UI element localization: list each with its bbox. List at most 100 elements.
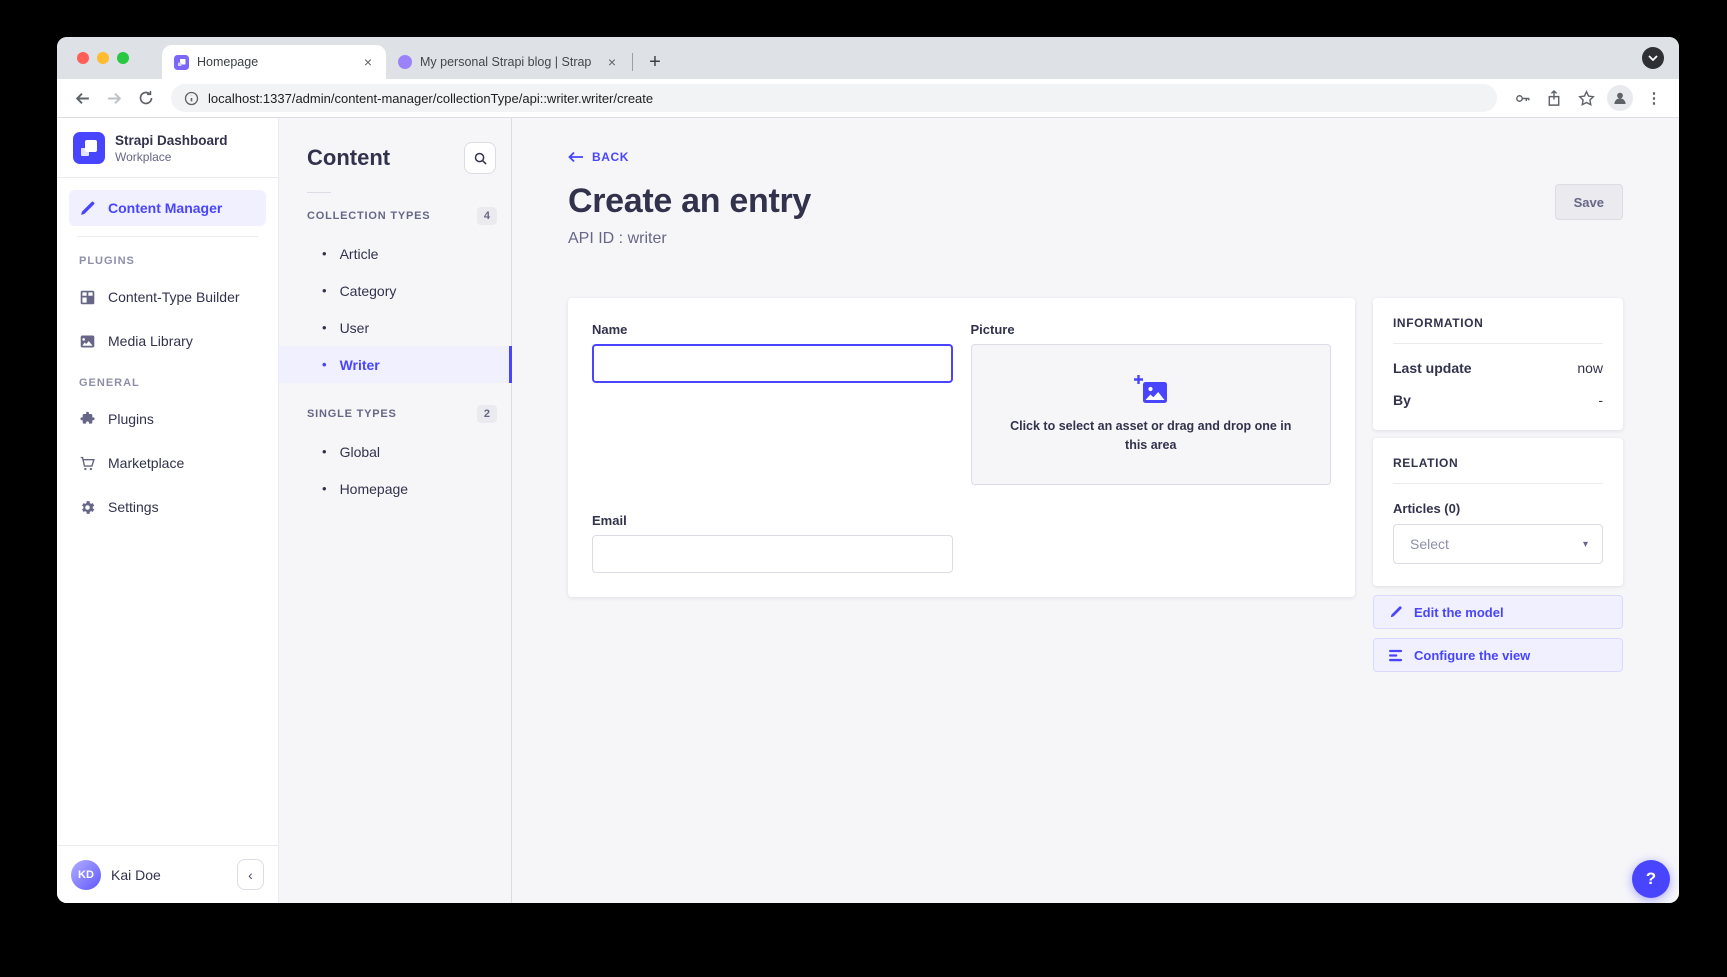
traffic-lights bbox=[77, 52, 129, 64]
subnav-item-label: Writer bbox=[340, 357, 380, 373]
search-icon bbox=[473, 151, 488, 166]
tab-close-icon[interactable]: × bbox=[360, 54, 376, 70]
tab-homepage[interactable]: Homepage × bbox=[162, 45, 386, 79]
picture-label: Picture bbox=[971, 322, 1332, 337]
user-avatar[interactable]: KD bbox=[71, 860, 101, 890]
close-window-button[interactable] bbox=[77, 52, 89, 64]
count-badge: 4 bbox=[477, 207, 497, 225]
sidebar-item-settings[interactable]: Settings bbox=[69, 489, 266, 525]
sidebar-header: Strapi Dashboard Workplace bbox=[57, 118, 278, 178]
workspace-label: Workplace bbox=[115, 150, 228, 164]
sidebar-nav: Content Manager PLUGINS Content-Type Bui… bbox=[57, 178, 278, 533]
tab-title: My personal Strapi blog | Strap bbox=[420, 55, 596, 69]
subnav-item-category[interactable]: • Category bbox=[279, 272, 511, 309]
subnav-item-article[interactable]: • Article bbox=[279, 235, 511, 272]
name-field: Name bbox=[592, 322, 953, 485]
main-content: BACK Create an entry API ID : writer Sav… bbox=[512, 118, 1679, 903]
collapse-sidebar-button[interactable]: ‹ bbox=[237, 859, 264, 890]
reload-icon bbox=[138, 90, 154, 106]
layout-icon bbox=[79, 289, 96, 306]
forward-button[interactable] bbox=[99, 83, 129, 113]
star-icon bbox=[1578, 90, 1595, 107]
info-row-last-update: Last update now bbox=[1393, 360, 1603, 376]
tab-close-icon[interactable]: × bbox=[604, 54, 620, 70]
pen-icon bbox=[79, 200, 96, 217]
app-title: Strapi Dashboard bbox=[115, 133, 228, 148]
chevron-left-icon: ‹ bbox=[248, 867, 253, 883]
subnav-item-label: Article bbox=[340, 246, 379, 262]
tab-strip: Homepage × My personal Strapi blog | Str… bbox=[57, 37, 1679, 79]
sidebar-item-label: Marketplace bbox=[108, 455, 184, 471]
browser-window: Homepage × My personal Strapi blog | Str… bbox=[57, 37, 1679, 903]
browser-menu-button[interactable]: ⋮ bbox=[1639, 83, 1669, 113]
info-value: - bbox=[1598, 392, 1603, 408]
puzzle-icon bbox=[79, 411, 96, 428]
main-sidebar: Strapi Dashboard Workplace Content Manag… bbox=[57, 118, 279, 903]
address-bar[interactable]: localhost:1337/admin/content-manager/col… bbox=[171, 84, 1497, 112]
subnav-divider bbox=[307, 192, 331, 193]
sidebar-item-label: Content Manager bbox=[108, 200, 222, 216]
url-text: localhost:1337/admin/content-manager/col… bbox=[208, 91, 653, 106]
reload-button[interactable] bbox=[131, 83, 161, 113]
name-label: Name bbox=[592, 322, 953, 337]
subnav-item-label: Global bbox=[340, 444, 380, 460]
sidebar-item-content-type-builder[interactable]: Content-Type Builder bbox=[69, 279, 266, 315]
sidebar-item-content-manager[interactable]: Content Manager bbox=[69, 190, 266, 226]
bullet-icon: • bbox=[322, 320, 327, 335]
subnav-item-user[interactable]: • User bbox=[279, 309, 511, 346]
back-button[interactable] bbox=[67, 83, 97, 113]
subnav-item-homepage[interactable]: • Homepage bbox=[279, 470, 511, 507]
help-button[interactable]: ? bbox=[1632, 860, 1670, 898]
cart-icon bbox=[79, 455, 96, 472]
share-button[interactable] bbox=[1539, 83, 1569, 113]
content-subnav: Content COLLECTION TYPES 4 • Article • C… bbox=[279, 118, 512, 903]
section-label-general: GENERAL bbox=[79, 377, 278, 389]
gear-icon bbox=[79, 499, 96, 516]
sidebar-item-plugins[interactable]: Plugins bbox=[69, 401, 266, 437]
tab-strapi-blog[interactable]: My personal Strapi blog | Strap × bbox=[386, 45, 630, 79]
tab-title: Homepage bbox=[197, 55, 352, 69]
info-label: By bbox=[1393, 392, 1411, 408]
name-input[interactable] bbox=[592, 344, 953, 383]
key-icon bbox=[1514, 90, 1531, 107]
subnav-item-writer[interactable]: • Writer bbox=[279, 346, 511, 383]
sidebar-item-label: Media Library bbox=[108, 333, 193, 349]
desktop-background: Homepage × My personal Strapi blog | Str… bbox=[0, 0, 1727, 977]
person-icon bbox=[1612, 90, 1628, 106]
sidebar-item-label: Plugins bbox=[108, 411, 154, 427]
add-image-icon bbox=[1133, 374, 1169, 405]
bookmark-button[interactable] bbox=[1571, 83, 1601, 113]
minimize-window-button[interactable] bbox=[97, 52, 109, 64]
bullet-icon: • bbox=[322, 357, 327, 372]
email-input[interactable] bbox=[592, 535, 953, 573]
articles-select[interactable]: Select ▾ bbox=[1393, 524, 1603, 564]
new-tab-button[interactable]: + bbox=[641, 48, 669, 76]
picture-dropzone[interactable]: Click to select an asset or drag and dro… bbox=[971, 344, 1332, 485]
info-label: Last update bbox=[1393, 360, 1472, 376]
password-manager-button[interactable] bbox=[1507, 83, 1537, 113]
caret-down-icon: ▾ bbox=[1583, 539, 1588, 550]
count-badge: 2 bbox=[477, 405, 497, 423]
zoom-window-button[interactable] bbox=[117, 52, 129, 64]
info-row-by: By - bbox=[1393, 392, 1603, 408]
edit-model-label: Edit the model bbox=[1414, 605, 1504, 620]
edit-model-button[interactable]: Edit the model bbox=[1373, 595, 1623, 629]
user-name: Kai Doe bbox=[111, 867, 227, 883]
search-button[interactable] bbox=[464, 142, 496, 174]
save-button[interactable]: Save bbox=[1555, 184, 1623, 220]
back-link[interactable]: BACK bbox=[568, 150, 629, 164]
configure-view-button[interactable]: Configure the view bbox=[1373, 638, 1623, 672]
tab-search-button[interactable] bbox=[1642, 47, 1664, 69]
subnav-item-global[interactable]: • Global bbox=[279, 433, 511, 470]
panel-divider bbox=[1393, 343, 1603, 344]
page-header: Create an entry API ID : writer Save bbox=[568, 182, 1623, 248]
sidebar-divider bbox=[77, 236, 258, 237]
page-title: Create an entry bbox=[568, 182, 811, 221]
list-lines-icon bbox=[1389, 649, 1403, 662]
active-indicator bbox=[509, 346, 512, 383]
sidebar-item-media-library[interactable]: Media Library bbox=[69, 323, 266, 359]
share-icon bbox=[1546, 90, 1562, 107]
browser-profile-button[interactable] bbox=[1607, 85, 1633, 111]
subnav-header: Content bbox=[279, 118, 511, 174]
sidebar-item-marketplace[interactable]: Marketplace bbox=[69, 445, 266, 481]
